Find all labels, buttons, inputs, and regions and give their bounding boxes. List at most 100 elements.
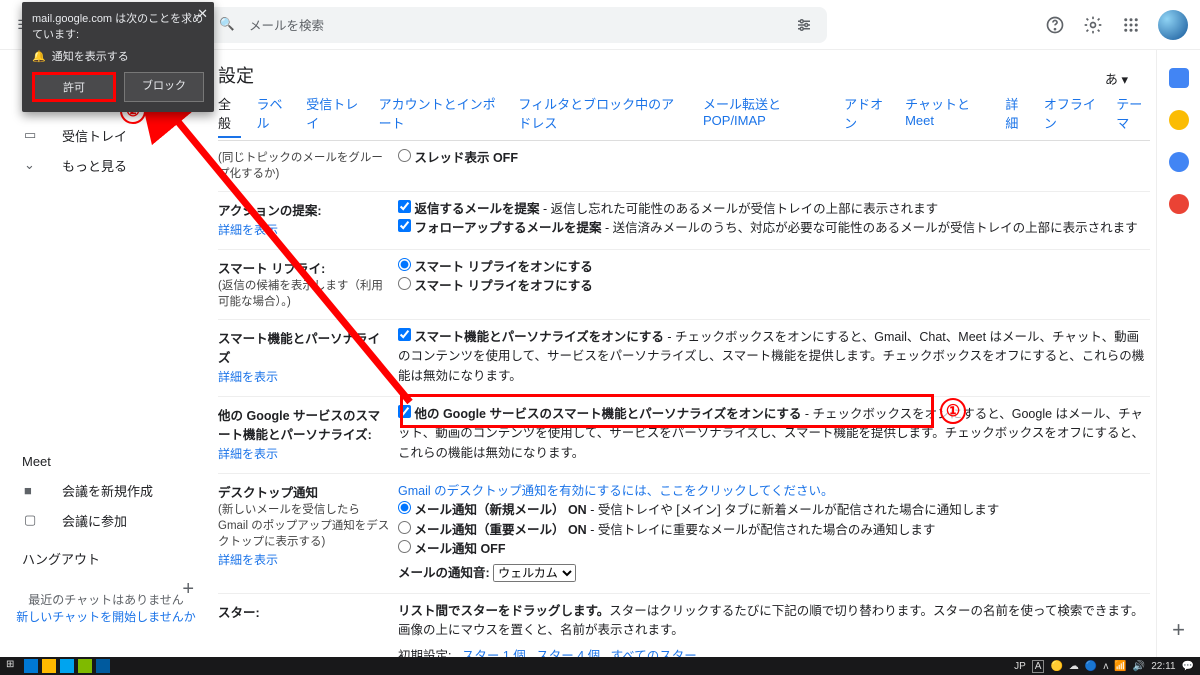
keep-icon[interactable]	[1169, 110, 1189, 130]
gear-icon[interactable]	[1082, 14, 1104, 36]
sidebar-bottom: 最近のチャットはありません 新しいチャットを開始しませんか	[0, 591, 212, 625]
permission-notif-label: 通知を表示する	[52, 48, 129, 64]
close-icon[interactable]: ✕	[197, 6, 208, 22]
chevron-down-icon: ⌄	[24, 157, 44, 173]
tasks-icon[interactable]	[1169, 152, 1189, 172]
tb-clock[interactable]: 22:11	[1151, 661, 1175, 672]
smart-reply-sub: (返信の候補を表示します（利用可能な場合）。)	[218, 280, 383, 308]
star-label: スター:	[218, 606, 260, 620]
search-placeholder: メールを検索	[249, 15, 324, 34]
desktop-notif-label: デスクトップ通知	[218, 486, 318, 500]
help-icon[interactable]	[1044, 14, 1066, 36]
tune-icon[interactable]	[793, 14, 815, 36]
tb-app-5[interactable]	[96, 659, 110, 673]
desktop-notif-sub: (新しいメールを受信したら Gmail のポップアップ通知をデスクトップに表示す…	[218, 504, 389, 548]
tb-app-1[interactable]	[24, 659, 38, 673]
smart-reply-off[interactable]: スマート リプライをオフにする	[398, 277, 1150, 296]
new-meeting-label: 会議を新規作成	[62, 481, 153, 500]
mail-notif-important-on[interactable]: メール通知（重要メール） ON - 受信トレイに重要なメールが配信された場合のみ…	[398, 521, 1150, 540]
actions-label: アクションの提案:	[218, 204, 322, 218]
bell-icon: 🔔	[32, 50, 46, 63]
star-desc: リスト間でスターをドラッグします。	[398, 604, 609, 618]
tab-chat[interactable]: チャットと Meet	[905, 94, 989, 138]
mail-notif-new-on[interactable]: メール通知（新規メール） ON - 受信トレイや [メイン] タブに新着メールが…	[398, 501, 1150, 520]
tb-lang[interactable]: JP	[1014, 661, 1026, 672]
tb-ime[interactable]: A	[1032, 660, 1045, 673]
tab-addons[interactable]: アドオン	[844, 94, 889, 138]
join-icon: ▢	[24, 512, 44, 528]
inbox-icon: ▭	[24, 127, 44, 143]
tab-labels[interactable]: ラベル	[257, 94, 291, 138]
sound-select[interactable]: ウェルカム	[493, 564, 576, 582]
start-chat-link[interactable]: 新しいチャットを開始しませんか	[0, 608, 212, 625]
tab-general[interactable]: 全般	[218, 94, 241, 138]
suggest-follow-checkbox[interactable]: フォローアップするメールを提案 - 送信済みメールのうち、対応が必要な可能性のあ…	[398, 219, 1150, 238]
tab-offline[interactable]: オフライン	[1044, 94, 1100, 138]
sidebar-item-join-meeting[interactable]: ▢ 会議に参加	[0, 505, 212, 535]
tab-forwarding[interactable]: メール転送と POP/IMAP	[703, 94, 828, 138]
star-preset-1[interactable]: スター 1 個	[462, 649, 526, 657]
tab-advanced[interactable]: 詳細	[1005, 94, 1028, 138]
other-google-label: 他の Google サービスのスマート機能とパーソナライズ:	[218, 409, 380, 442]
desktop-notif-detail-link[interactable]: 詳細を表示	[218, 551, 392, 568]
page-title: 設定	[218, 62, 254, 88]
tb-app-3[interactable]	[60, 659, 74, 673]
windows-start-icon[interactable]: ⊞	[6, 659, 20, 673]
no-chat-text: 最近のチャットはありません	[0, 591, 212, 608]
contacts-icon[interactable]	[1169, 194, 1189, 214]
sidebar-item-new-meeting[interactable]: ■ 会議を新規作成	[0, 475, 212, 505]
smart-reply-on[interactable]: スマート リプライをオンにする	[398, 258, 1150, 277]
tb-wifi-icon[interactable]: 📶	[1114, 661, 1126, 672]
tab-accounts[interactable]: アカウントとインポート	[379, 94, 503, 138]
smart-reply-label: スマート リプライ:	[218, 262, 325, 276]
block-button[interactable]: ブロック	[124, 72, 204, 102]
thread-off-option[interactable]: スレッド表示 OFF	[398, 149, 1150, 168]
permission-text: mail.google.com は次のことを求めています:	[32, 10, 204, 42]
star-preset-all[interactable]: すべてのスター	[611, 649, 697, 657]
suggest-reply-checkbox[interactable]: 返信するメールを提案 - 返信し忘れた可能性のあるメールが受信トレイの上部に表示…	[398, 200, 1150, 219]
annotation-1: ①	[940, 398, 966, 424]
taskbar: ⊞ JP A 🟡 ☁ 🔵 ʌ 📶 🔊 22:11 💬	[0, 657, 1200, 675]
tb-app-2[interactable]	[42, 659, 56, 673]
meet-heading: Meet	[0, 440, 212, 475]
annotation-box-1	[400, 394, 934, 428]
tab-themes[interactable]: テーマ	[1116, 94, 1150, 138]
smart-feat-detail-link[interactable]: 詳細を表示	[218, 368, 392, 385]
avatar[interactable]	[1158, 10, 1188, 40]
mail-notif-off[interactable]: メール通知 OFF	[398, 540, 1150, 559]
allow-button[interactable]: 許可	[32, 72, 116, 102]
main-content: 設定 あ ▾ 全般 ラベル 受信トレイ アカウントとインポート フィルタとブロッ…	[212, 50, 1156, 657]
sidebar-inbox-label: 受信トレイ	[62, 126, 127, 145]
camera-icon: ■	[24, 483, 44, 498]
tb-volume-icon[interactable]: 🔊	[1133, 661, 1145, 672]
sidebar: ▭ 受信トレイ ⌄ もっと見る Meet ■ 会議を新規作成 ▢ 会議に参加 ハ…	[0, 50, 212, 657]
enable-desktop-link[interactable]: Gmail のデスクトップ通知を有効にするには、ここをクリックしてください。	[398, 482, 1150, 501]
conversation-view-sub: (同じトピックのメールをグループ化するか)	[218, 152, 383, 180]
right-rail: +	[1156, 50, 1200, 657]
sidebar-item-more[interactable]: ⌄ もっと見る	[0, 150, 212, 180]
apps-icon[interactable]	[1120, 14, 1142, 36]
language-selector[interactable]: あ ▾	[1105, 69, 1128, 88]
other-google-detail-link[interactable]: 詳細を表示	[218, 445, 392, 462]
tb-tray-3[interactable]: 🔵	[1085, 661, 1097, 672]
star-preset-4[interactable]: スター 4 個	[536, 649, 600, 657]
sidebar-more-label: もっと見る	[62, 156, 127, 175]
rail-plus-icon[interactable]: +	[1172, 617, 1185, 643]
sound-label: メールの通知音:	[398, 566, 490, 580]
tb-app-4[interactable]	[78, 659, 92, 673]
tab-filters[interactable]: フィルタとブロック中のアドレス	[518, 94, 687, 138]
search-bar[interactable]: 🔍 メールを検索	[207, 7, 827, 43]
sidebar-item-inbox[interactable]: ▭ 受信トレイ	[0, 120, 212, 150]
calendar-icon[interactable]	[1169, 68, 1189, 88]
join-meeting-label: 会議に参加	[62, 511, 127, 530]
tb-notif-icon[interactable]: 💬	[1182, 661, 1194, 672]
tb-tray-2[interactable]: ☁	[1069, 661, 1079, 672]
star-default-label: 初期設定:	[398, 649, 451, 657]
smart-feat-label: スマート機能とパーソナライズ	[218, 332, 380, 365]
permission-popup: ✕ mail.google.com は次のことを求めています: 🔔 通知を表示す…	[22, 2, 214, 112]
tb-tray-1[interactable]: 🟡	[1050, 661, 1062, 672]
actions-detail-link[interactable]: 詳細を表示	[218, 221, 392, 238]
smart-feat-checkbox[interactable]: スマート機能とパーソナライズをオンにする - チェックボックスをオンにすると、G…	[398, 328, 1150, 386]
tb-tray-up[interactable]: ʌ	[1103, 661, 1108, 672]
tab-inbox[interactable]: 受信トレイ	[306, 94, 362, 138]
